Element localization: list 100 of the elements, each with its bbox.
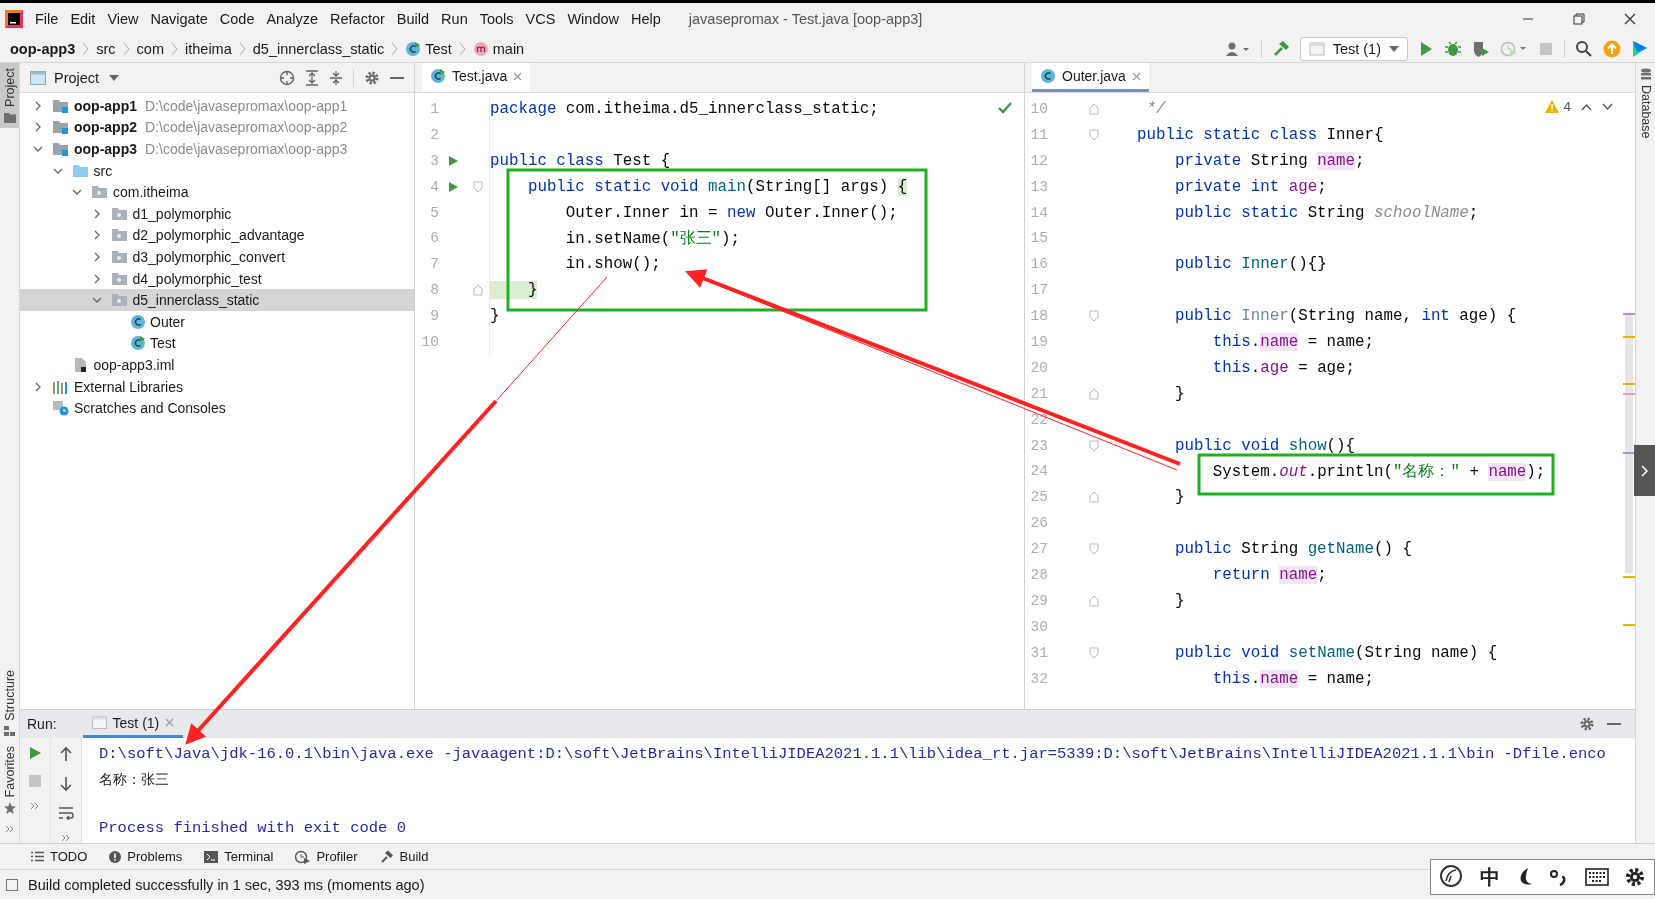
menu-item[interactable]: VCS: [525, 11, 556, 27]
close-icon[interactable]: [513, 71, 523, 81]
tool-window-button[interactable]: Problems: [109, 849, 183, 864]
caret-icon[interactable]: [109, 73, 120, 82]
chevron-right-icon[interactable]: [33, 381, 43, 392]
fold-icon[interactable]: [1089, 310, 1099, 323]
editor-tab[interactable]: Outer.java: [1032, 63, 1149, 92]
fold-icon[interactable]: [1089, 543, 1099, 556]
profiler-icon[interactable]: [1500, 39, 1528, 58]
ime-logo-icon[interactable]: [1438, 864, 1465, 890]
menu-item[interactable]: Run: [441, 11, 468, 27]
breadcrumb-item[interactable]: main: [472, 40, 525, 57]
tree-item[interactable]: d2_polymorphic_advantage: [20, 224, 414, 247]
tool-window-button[interactable]: Profiler: [295, 849, 358, 864]
fold-icon[interactable]: [473, 284, 483, 297]
run-icon[interactable]: [447, 180, 459, 193]
menu-item[interactable]: Analyze: [266, 11, 319, 27]
chevron-down-icon[interactable]: [33, 144, 43, 154]
breadcrumb-item[interactable]: d5_innerclass_static: [252, 40, 385, 57]
tool-window-button[interactable]: Project: [0, 63, 19, 128]
tree-item[interactable]: src: [20, 159, 414, 182]
shield-run-icon[interactable]: [1472, 39, 1490, 58]
tool-window-button[interactable]: Terminal: [204, 849, 274, 864]
chevron-down-icon[interactable]: [1602, 102, 1613, 111]
collapse-all-icon[interactable]: [329, 69, 343, 86]
search-icon[interactable]: [1575, 39, 1593, 58]
tool-window-button[interactable]: Database: [1636, 63, 1655, 144]
tree-item[interactable]: d3_polymorphic_convert: [20, 246, 414, 268]
chevron-right-icon[interactable]: [33, 100, 43, 111]
tool-window-button[interactable]: Build: [379, 849, 429, 864]
expand-handle[interactable]: [1634, 445, 1655, 496]
rerun-icon[interactable]: [28, 746, 42, 760]
fold-icon[interactable]: [1089, 594, 1099, 607]
close-icon[interactable]: [165, 718, 175, 727]
breadcrumb-item[interactable]: Test: [405, 40, 452, 57]
menu-item[interactable]: Window: [567, 11, 619, 27]
run-icon[interactable]: [1418, 40, 1434, 57]
menu-item[interactable]: View: [107, 11, 139, 27]
tree-item[interactable]: Scratches and Consoles: [20, 397, 414, 419]
user-icon[interactable]: [1224, 40, 1251, 57]
minimize-icon[interactable]: [1607, 722, 1621, 726]
ime-mode-button[interactable]: 中: [1480, 863, 1501, 891]
locate-icon[interactable]: [279, 69, 295, 86]
tree-item[interactable]: Test: [20, 332, 414, 355]
class-icon: [1040, 68, 1056, 84]
more-icon[interactable]: [30, 802, 40, 810]
soft-wrap-icon[interactable]: [58, 806, 74, 820]
fold-icon[interactable]: [1089, 646, 1099, 659]
menu-item[interactable]: File: [35, 11, 59, 27]
breadcrumb-item[interactable]: src: [96, 40, 116, 57]
toolbox-logo-icon[interactable]: [1631, 39, 1649, 58]
chevron-right-icon[interactable]: [33, 122, 43, 133]
tree-item[interactable]: oop-app1 D:\code\javasepromax\oop-app1: [20, 95, 414, 117]
run-config-dropdown[interactable]: Test (1): [1299, 36, 1408, 61]
panel-toggle-icon[interactable]: [6, 878, 18, 891]
tree-item[interactable]: External Libraries: [20, 375, 414, 398]
fold-icon[interactable]: [1089, 387, 1099, 400]
scrollbar[interactable]: [1625, 313, 1633, 573]
tree-item[interactable]: Outer: [20, 310, 414, 333]
menu-item[interactable]: Tools: [479, 11, 514, 27]
expand-all-icon[interactable]: [305, 69, 319, 86]
more-icon[interactable]: [4, 825, 15, 833]
warning-count[interactable]: 4: [1545, 99, 1571, 114]
tool-window-button[interactable]: Structure: [0, 664, 19, 741]
menu-item[interactable]: Refactor: [330, 11, 385, 27]
error-stripe-mark[interactable]: [1623, 452, 1635, 454]
tree-item[interactable]: oop-app3 D:\code\javasepromax\oop-app3: [20, 138, 414, 160]
fold-icon[interactable]: [473, 180, 483, 193]
keyboard-icon[interactable]: [1584, 868, 1609, 886]
run-icon[interactable]: [447, 154, 459, 167]
breadcrumb-item[interactable]: com: [136, 40, 164, 57]
bug-icon[interactable]: [1444, 39, 1462, 58]
menu-item[interactable]: Build: [396, 11, 430, 27]
menu-item[interactable]: Help: [631, 11, 661, 27]
fold-icon[interactable]: [1089, 102, 1099, 115]
arrow-up-icon[interactable]: [59, 746, 73, 762]
chevron-up-icon[interactable]: [1581, 102, 1592, 111]
panel-title[interactable]: Project: [54, 69, 100, 86]
fold-icon[interactable]: [1089, 128, 1099, 141]
more-icon[interactable]: [61, 834, 71, 842]
editor-tab[interactable]: Test.java: [422, 63, 531, 92]
update-icon[interactable]: [1603, 39, 1621, 58]
breadcrumb-item[interactable]: itheima: [185, 40, 232, 57]
menu-item[interactable]: Edit: [70, 11, 96, 27]
tool-window-button[interactable]: Favorites: [0, 740, 19, 819]
breadcrumb-item[interactable]: oop-app3: [10, 40, 76, 57]
tree-item[interactable]: oop-app2 D:\code\javasepromax\oop-app2: [20, 116, 414, 139]
tree-item[interactable]: d1_polymorphic: [20, 202, 414, 225]
menu-item[interactable]: Code: [219, 11, 255, 27]
fold-icon[interactable]: [1089, 491, 1099, 504]
tree-item[interactable]: oop-app3.iml: [20, 354, 414, 376]
tree-item[interactable]: com.itheima: [20, 181, 414, 203]
arrow-down-icon[interactable]: [59, 776, 73, 792]
settings-icon[interactable]: [1624, 866, 1647, 888]
tool-window-button[interactable]: TODO: [31, 849, 88, 864]
tree-item[interactable]: d4_polymorphic_test: [20, 267, 414, 290]
close-icon[interactable]: [1131, 71, 1141, 81]
menu-item[interactable]: Navigate: [150, 11, 208, 27]
tree-item[interactable]: d5_innerclass_static: [20, 289, 414, 311]
fold-icon[interactable]: [1089, 439, 1099, 452]
